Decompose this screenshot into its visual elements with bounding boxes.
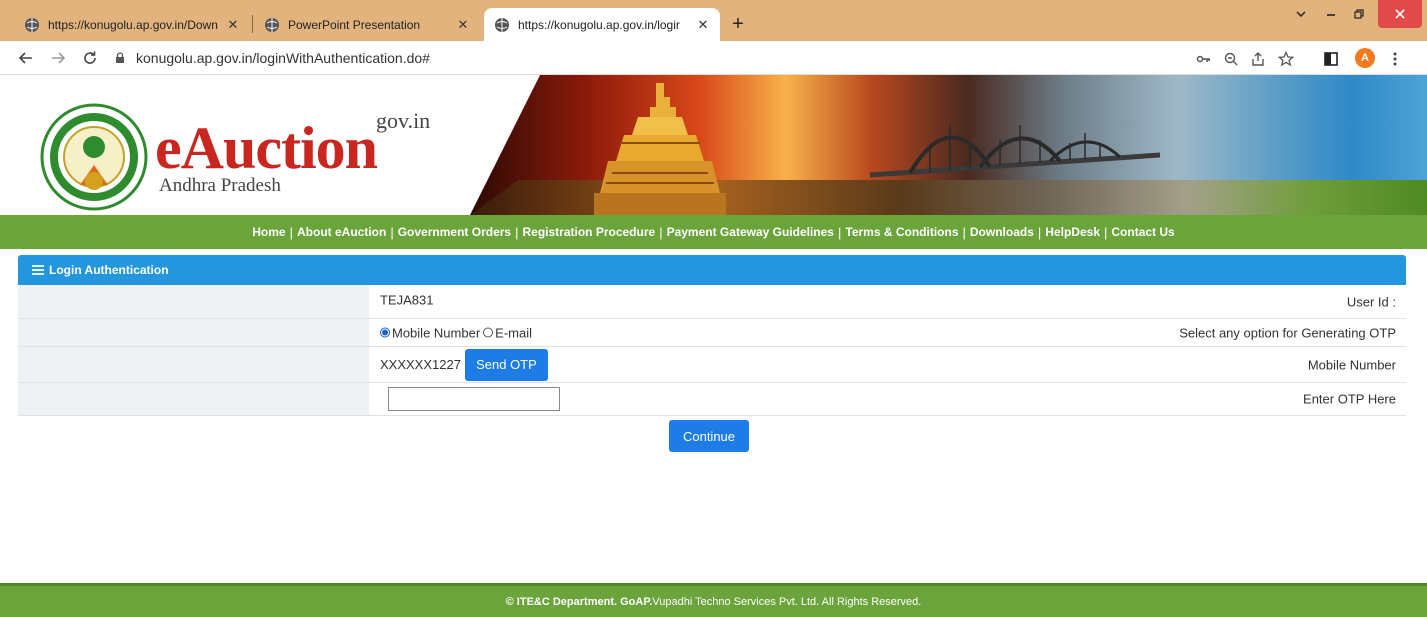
otp-label: Enter OTP Here — [1303, 391, 1396, 407]
panel-title: Login Authentication — [49, 263, 169, 277]
tab-title: https://konugolu.ap.gov.in/Down — [48, 17, 218, 32]
mobile-value-group: XXXXXX1227 Send OTP — [380, 348, 548, 381]
key-icon[interactable] — [1195, 50, 1213, 68]
menu-home[interactable]: Home — [252, 225, 285, 239]
tab-downloads[interactable]: https://konugolu.ap.gov.in/Down ✕ — [14, 8, 250, 41]
tab-search-icon[interactable] — [1290, 0, 1312, 28]
menu-registration-procedure[interactable]: Registration Procedure — [522, 225, 655, 239]
globe-icon — [25, 17, 39, 32]
menu-separator: | — [390, 224, 394, 240]
mobile-value: XXXXXX1227 — [380, 357, 461, 372]
tab-login-active[interactable]: https://konugolu.ap.gov.in/logir ✕ — [484, 8, 720, 41]
menu-government-orders[interactable]: Government Orders — [398, 225, 511, 239]
site-footer: © ITE&C Department. GoAP. Vupadhi Techno … — [0, 583, 1427, 617]
send-otp-button[interactable]: Send OTP — [464, 348, 548, 381]
menu-contact-us[interactable]: Contact Us — [1111, 225, 1174, 239]
globe-icon — [495, 17, 509, 32]
menu-separator: | — [1104, 224, 1108, 240]
temple-image — [594, 83, 726, 215]
label-cell — [18, 383, 369, 415]
mobile-label: Mobile Number — [1307, 357, 1396, 372]
row-otp-option: Select any option for Generating OTP Mob… — [18, 319, 1406, 347]
radio-email[interactable] — [483, 327, 494, 338]
globe-icon — [265, 17, 279, 32]
menu-separator: | — [515, 224, 519, 240]
menu-separator: | — [837, 224, 842, 240]
profile-avatar[interactable]: A — [1355, 48, 1375, 68]
login-panel-header: Login Authentication — [18, 255, 1406, 285]
back-arrow-icon[interactable] — [16, 48, 36, 68]
tab-divider — [252, 15, 253, 33]
menu-dots-icon[interactable] — [1386, 50, 1404, 68]
close-tab-icon[interactable]: ✕ — [694, 17, 712, 33]
footer-vendor: Vupadhi Techno Services Pvt. Ltd. All Ri… — [652, 595, 922, 608]
menu-helpdesk[interactable]: HelpDesk — [1045, 225, 1100, 239]
otp-option-label: Select any option for Generating OTP — [1179, 325, 1396, 340]
address-bar: konugolu.ap.gov.in/loginWithAuthenticati… — [0, 41, 1427, 75]
new-tab-button[interactable]: + — [726, 12, 750, 36]
row-enter-otp: Enter OTP Here — [18, 383, 1406, 416]
site-banner: eAuction gov.in Andhra Pradesh — [0, 75, 1427, 215]
close-tab-icon[interactable]: ✕ — [224, 17, 242, 33]
restore-icon[interactable] — [1346, 0, 1372, 28]
menu-separator: | — [659, 224, 663, 240]
bookmark-star-icon[interactable] — [1277, 50, 1295, 68]
share-icon[interactable] — [1250, 50, 1268, 68]
menu-separator: | — [289, 224, 293, 240]
browser-tab-strip: https://konugolu.ap.gov.in/Down ✕ PowerP… — [0, 0, 1427, 41]
url-text: konugolu.ap.gov.in/loginWithAuthenticati… — [136, 50, 430, 66]
tab-title: PowerPoint Presentation — [288, 17, 421, 32]
bridge-image — [870, 125, 1160, 178]
row-user-id: User Id : TEJA831 — [18, 285, 1406, 319]
radio-mobile-label: Mobile Number — [392, 325, 481, 340]
row-mobile-number: Mobile Number XXXXXX1227 Send OTP — [18, 347, 1406, 383]
menu-separator: | — [962, 224, 966, 240]
radio-email-label: E-mail — [495, 325, 532, 340]
reload-icon[interactable] — [80, 48, 100, 68]
otp-input[interactable] — [388, 387, 560, 411]
otp-option-group: Mobile Number E-mail — [380, 325, 532, 340]
menu-payment-gateway-guidelines[interactable]: Payment Gateway Guidelines — [667, 225, 834, 239]
zoom-icon[interactable] — [1222, 50, 1240, 68]
close-tab-icon[interactable]: ✕ — [454, 17, 472, 33]
label-cell — [18, 319, 369, 346]
hamburger-icon — [32, 265, 44, 275]
menu-terms-conditions[interactable]: Terms & Conditions — [845, 225, 958, 239]
tab-title: https://konugolu.ap.gov.in/logir — [518, 17, 680, 32]
forward-arrow-icon[interactable] — [48, 48, 68, 68]
menu-about-eauction[interactable]: About eAuction — [297, 225, 386, 239]
side-panel-icon[interactable] — [1322, 50, 1340, 68]
logo-gov-in: gov.in — [376, 108, 431, 133]
label-cell — [18, 285, 369, 318]
url-field[interactable]: konugolu.ap.gov.in/loginWithAuthenticati… — [110, 45, 1410, 71]
user-id-value: TEJA831 — [380, 291, 434, 307]
footer-copyright: © ITE&C Department. GoAP. — [505, 595, 653, 608]
logo-andhra-pradesh: Andhra Pradesh — [159, 175, 281, 196]
tab-powerpoint[interactable]: PowerPoint Presentation ✕ — [254, 8, 480, 41]
user-id-label: User Id : — [1346, 294, 1396, 309]
menu-separator: | — [1037, 224, 1042, 240]
lock-icon — [116, 52, 124, 63]
window-close-icon[interactable] — [1378, 0, 1422, 28]
ap-government-emblem — [40, 103, 148, 211]
otp-input-wrap — [388, 387, 560, 411]
main-menu: Home | About eAuction | Government Order… — [0, 215, 1427, 249]
logo-eauction: eAuction — [155, 115, 378, 181]
continue-button[interactable]: Continue — [669, 420, 749, 452]
minimize-icon[interactable] — [1318, 0, 1344, 28]
radio-mobile-number[interactable] — [380, 327, 390, 338]
label-cell — [18, 347, 369, 382]
menu-downloads[interactable]: Downloads — [970, 225, 1034, 239]
